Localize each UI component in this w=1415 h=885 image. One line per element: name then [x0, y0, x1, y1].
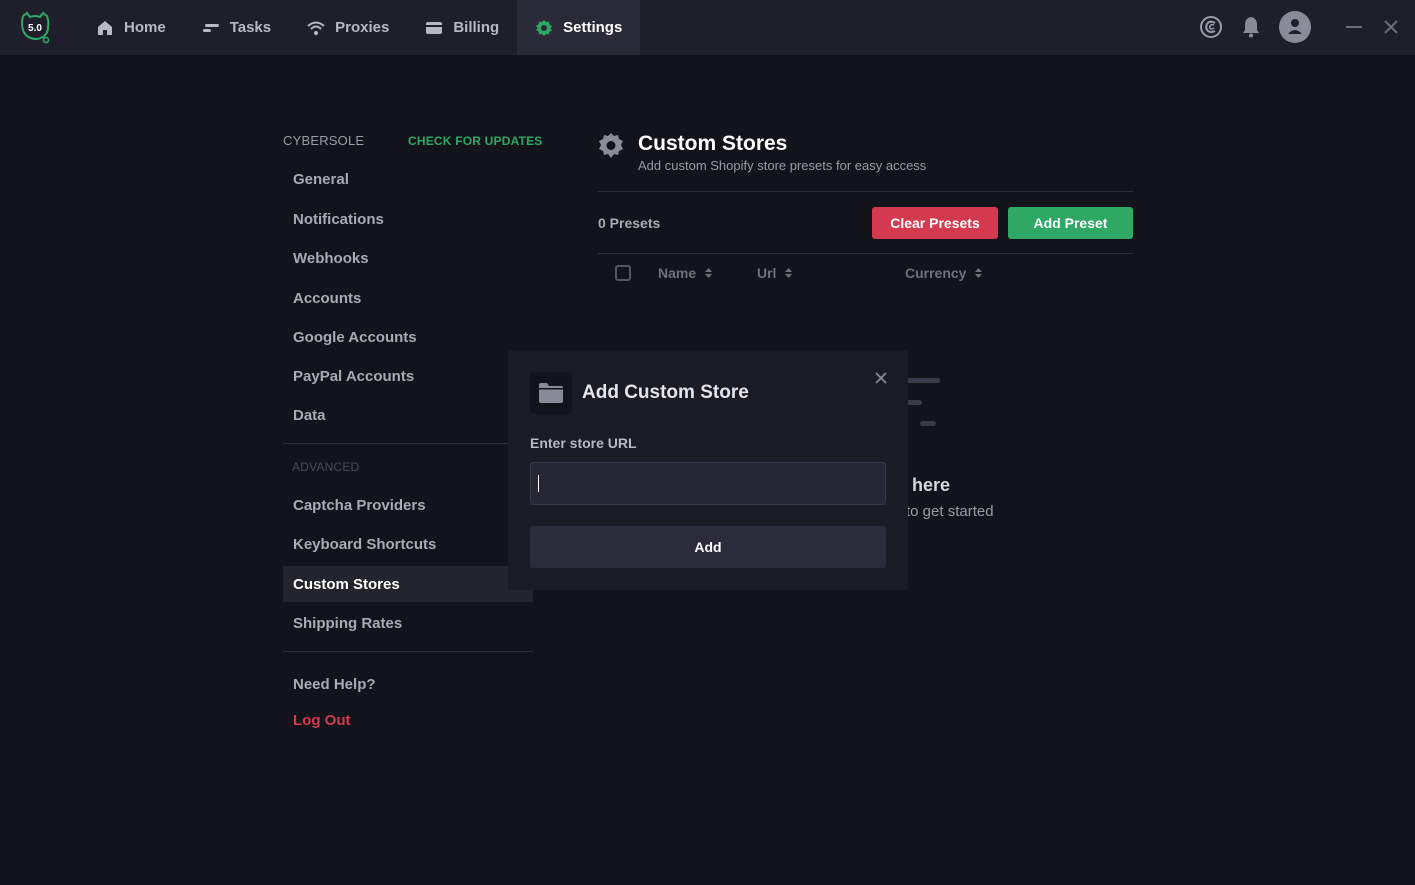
nav-home-label: Home: [124, 19, 166, 36]
modal-title: Add Custom Store: [582, 382, 749, 403]
header-divider: [598, 191, 1133, 192]
sidebar-item-shipping-rates[interactable]: Shipping Rates: [283, 605, 533, 641]
page-subtitle: Add custom Shopify store presets for eas…: [638, 158, 927, 173]
main-nav: Home Tasks Proxies Billing Settings: [78, 0, 641, 55]
home-icon: [98, 20, 112, 35]
cybersole-coin-icon[interactable]: [1199, 15, 1223, 39]
empty-state-title: here: [912, 475, 951, 495]
nav-home[interactable]: Home: [78, 0, 184, 55]
column-header-url[interactable]: Url: [757, 265, 793, 281]
modal-icon-box: [530, 372, 572, 414]
select-all-checkbox[interactable]: [615, 265, 631, 281]
sidebar-item-keyboard-shortcuts[interactable]: Keyboard Shortcuts: [283, 526, 533, 562]
sidebar-item-notifications[interactable]: Notifications: [283, 201, 533, 237]
nav-proxies-label: Proxies: [335, 19, 390, 36]
sort-icon: [785, 268, 793, 278]
top-bar: 5.0 Home Tasks Proxies Billing Settings: [0, 0, 1415, 55]
column-header-currency[interactable]: Currency: [905, 265, 983, 281]
card-icon: [426, 21, 443, 34]
settings-gear-icon: [599, 133, 623, 158]
column-header-name[interactable]: Name: [658, 265, 713, 281]
empty-state-subtitle: to get started: [906, 503, 994, 520]
sort-icon: [705, 268, 713, 278]
toolbar-divider: [598, 253, 1133, 254]
need-help-link[interactable]: Need Help?: [283, 666, 533, 702]
sidebar-item-data[interactable]: Data: [283, 397, 533, 433]
tasks-icon: [202, 23, 219, 32]
nav-settings[interactable]: Settings: [517, 0, 641, 55]
nav-billing[interactable]: Billing: [407, 0, 517, 55]
text-cursor: [538, 475, 539, 492]
add-preset-button[interactable]: Add Preset: [1008, 207, 1133, 239]
sidebar-divider: [283, 443, 533, 444]
page-title: Custom Stores: [638, 132, 788, 155]
store-url-label: Enter store URL: [530, 435, 637, 451]
sidebar-item-paypal-accounts[interactable]: PayPal Accounts: [283, 358, 533, 394]
window-close-icon[interactable]: [1382, 18, 1400, 36]
nav-tasks-label: Tasks: [229, 19, 272, 36]
nav-tasks[interactable]: Tasks: [184, 0, 289, 55]
check-updates-link[interactable]: CHECK FOR UPDATES: [408, 134, 543, 148]
sidebar-item-webhooks[interactable]: Webhooks: [283, 240, 533, 276]
logo-text: 5.0: [28, 23, 42, 34]
nav-settings-label: Settings: [563, 19, 623, 36]
bell-icon[interactable]: [1239, 15, 1263, 39]
cybersole-logo[interactable]: 5.0: [18, 10, 52, 44]
wifi-icon: [307, 21, 325, 35]
minimize-button[interactable]: [1346, 26, 1362, 28]
add-store-button[interactable]: Add: [530, 526, 886, 568]
advanced-heading: ADVANCED: [292, 460, 360, 474]
sidebar-item-google-accounts[interactable]: Google Accounts: [283, 319, 533, 355]
close-icon[interactable]: [874, 371, 888, 385]
sidebar-item-captcha-providers[interactable]: Captcha Providers: [283, 487, 533, 523]
user-icon: [1288, 19, 1302, 34]
nav-billing-label: Billing: [453, 19, 500, 36]
clear-presets-button[interactable]: Clear Presets: [872, 207, 998, 239]
sidebar-brand: CYBERSOLE: [283, 133, 365, 148]
folder-icon: [539, 383, 563, 403]
column-name-label: Name: [658, 265, 697, 281]
presets-count: 0 Presets: [598, 215, 661, 231]
column-currency-label: Currency: [905, 265, 967, 281]
nav-proxies[interactable]: Proxies: [289, 0, 407, 55]
sidebar-item-general[interactable]: General: [283, 161, 533, 197]
sidebar-divider-bottom: [283, 651, 533, 652]
sidebar-item-custom-stores[interactable]: Custom Stores: [283, 566, 533, 602]
add-custom-store-modal: Add Custom Store Enter store URL Add: [508, 350, 908, 590]
sidebar-item-accounts[interactable]: Accounts: [283, 280, 533, 316]
user-avatar[interactable]: [1279, 11, 1311, 43]
gear-icon: [536, 19, 553, 36]
sort-icon: [975, 268, 983, 278]
column-url-label: Url: [757, 265, 777, 281]
store-url-input[interactable]: [530, 462, 886, 505]
logout-link[interactable]: Log Out: [283, 702, 533, 738]
